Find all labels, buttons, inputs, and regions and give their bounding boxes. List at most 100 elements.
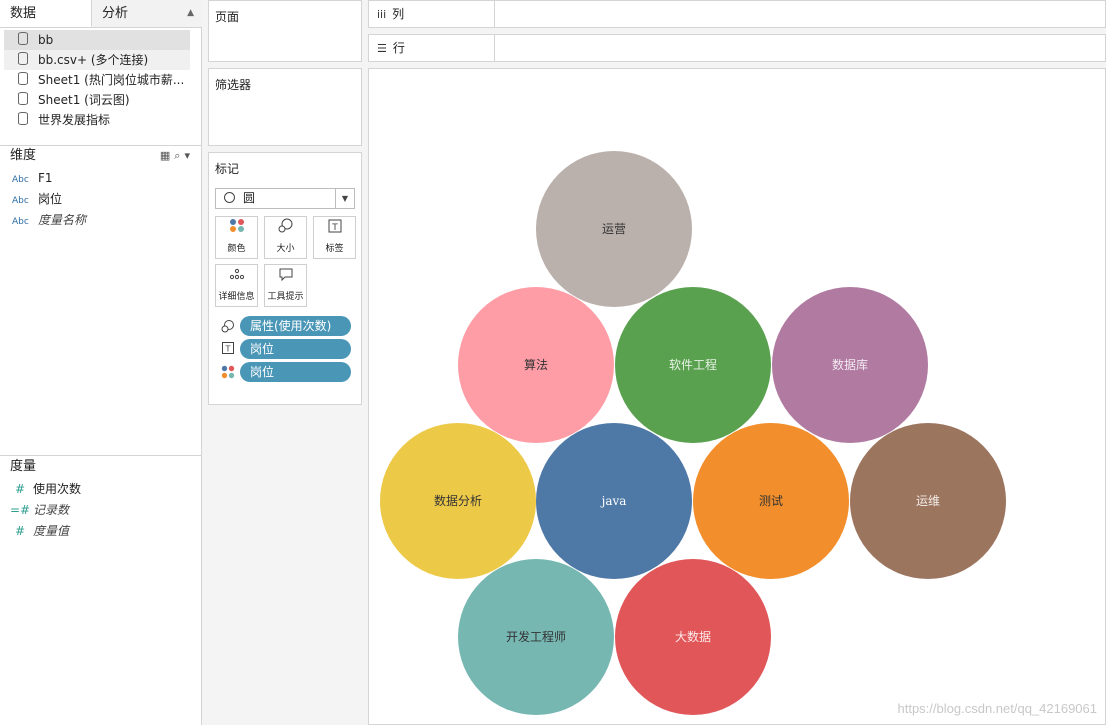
measure-field[interactable]: # 度量值 xyxy=(0,521,202,542)
datasource-item[interactable]: Sheet1 (词云图) xyxy=(4,90,190,110)
datasource-label: bb xyxy=(38,33,54,47)
rows-shelf[interactable]: ☰ 行 xyxy=(368,34,1106,62)
tooltip-icon xyxy=(265,265,306,289)
dimensions-list: Abc F1 Abc 岗位 Abc 度量名称 xyxy=(0,168,202,231)
pane-tabs: 数据 分析 ▲ xyxy=(0,0,202,28)
field-label: F1 xyxy=(38,171,53,185)
string-type-icon: Abc xyxy=(12,196,29,206)
chevron-down-icon[interactable]: ▾ xyxy=(184,149,194,162)
tab-analysis-label: 分析 xyxy=(102,6,129,21)
detail-icon xyxy=(216,265,257,289)
columns-shelf[interactable]: iii 列 xyxy=(368,0,1106,28)
bubble-mark[interactable]: java xyxy=(536,423,692,579)
datasource-item[interactable]: 世界发展指标 xyxy=(4,110,190,130)
mark-type-label: 圆 xyxy=(243,191,256,205)
marks-title: 标记 xyxy=(215,162,240,176)
sort-icon[interactable]: ▲ xyxy=(187,0,194,27)
label-label: 标签 xyxy=(325,244,344,254)
number-type-icon: # xyxy=(14,524,26,538)
datasource-item[interactable]: bb.csv+ (多个连接) xyxy=(4,50,190,70)
bubble-mark[interactable]: 开发工程师 xyxy=(458,559,614,715)
datasource-item[interactable]: bb xyxy=(4,30,190,50)
field-label: 岗位 xyxy=(38,192,63,206)
field-label: 度量值 xyxy=(33,524,70,538)
size-icon xyxy=(221,319,235,333)
datasource-label: 世界发展指标 xyxy=(38,113,111,127)
marks-card: 标记 圆 ▼ 颜色 大小 T 标签 详细信息 工具提示 属性(使用次数) T 岗… xyxy=(208,152,362,405)
size-label: 大小 xyxy=(276,244,295,254)
tab-data[interactable]: 数据 xyxy=(0,0,92,27)
string-type-icon: Abc xyxy=(12,217,29,227)
measures-header: 度量 xyxy=(0,455,202,477)
size-pill[interactable]: 属性(使用次数) xyxy=(240,316,351,336)
datasource-label: Sheet1 (词云图) xyxy=(38,93,130,107)
database-icon xyxy=(18,72,28,85)
string-type-icon: Abc xyxy=(12,175,29,185)
bubble-mark[interactable]: 测试 xyxy=(693,423,849,579)
color-icon xyxy=(216,217,257,241)
data-pane: 数据 分析 ▲ bb bb.csv+ (多个连接) Sheet1 (热门岗位城市… xyxy=(0,0,202,725)
field-label: 度量名称 xyxy=(38,213,87,227)
dimension-field[interactable]: Abc 度量名称 xyxy=(0,210,202,231)
measure-field[interactable]: # 使用次数 xyxy=(0,479,202,500)
columns-title: 列 xyxy=(392,7,405,21)
label-pill[interactable]: 岗位 xyxy=(240,339,351,359)
tooltip-button[interactable]: 工具提示 xyxy=(264,264,307,307)
dimensions-tools: ▦⌕▾ xyxy=(160,146,194,166)
circle-icon xyxy=(224,192,235,203)
calculated-number-icon: =# xyxy=(9,503,31,517)
pages-shelf[interactable]: 页面 xyxy=(208,0,362,62)
datasource-list: bb bb.csv+ (多个连接) Sheet1 (热门岗位城市薪... She… xyxy=(0,30,202,130)
columns-shelf-label: iii 列 xyxy=(369,1,495,27)
datasource-label: Sheet1 (热门岗位城市薪... xyxy=(38,73,185,87)
rows-icon: ☰ xyxy=(377,42,387,55)
measures-list: # 使用次数 =# 记录数 # 度量值 xyxy=(0,479,202,542)
bubble-mark[interactable]: 数据库 xyxy=(772,287,928,443)
measure-field[interactable]: =# 记录数 xyxy=(0,500,202,521)
size-button[interactable]: 大小 xyxy=(264,216,307,259)
color-button[interactable]: 颜色 xyxy=(215,216,258,259)
datasource-item[interactable]: Sheet1 (热门岗位城市薪... xyxy=(4,70,190,90)
filters-shelf[interactable]: 筛选器 xyxy=(208,68,362,146)
pages-title: 页面 xyxy=(215,10,240,24)
field-label: 记录数 xyxy=(33,503,70,517)
bubble-mark[interactable]: 算法 xyxy=(458,287,614,443)
watermark: https://blog.csdn.net/qq_42169061 xyxy=(897,701,1098,716)
database-icon xyxy=(18,32,28,45)
svg-text:T: T xyxy=(225,345,231,354)
dimension-field[interactable]: Abc F1 xyxy=(0,168,202,189)
bubble-mark[interactable]: 大数据 xyxy=(615,559,771,715)
datasource-label: bb.csv+ (多个连接) xyxy=(38,53,149,67)
mark-type-dropdown[interactable]: 圆 ▼ xyxy=(215,188,355,209)
label-icon: T xyxy=(221,342,235,356)
tab-analysis[interactable]: 分析 ▲ xyxy=(92,0,202,27)
rows-title: 行 xyxy=(392,41,405,55)
color-label: 颜色 xyxy=(227,244,246,254)
detail-button[interactable]: 详细信息 xyxy=(215,264,258,307)
size-icon xyxy=(265,217,306,241)
bubble-mark[interactable]: 软件工程 xyxy=(615,287,771,443)
color-pill[interactable]: 岗位 xyxy=(240,362,351,382)
bubble-mark[interactable]: 运维 xyxy=(850,423,1006,579)
dimensions-header: 维度 ▦⌕▾ xyxy=(0,145,202,165)
measures-title: 度量 xyxy=(10,459,37,474)
chevron-down-icon[interactable]: ▼ xyxy=(335,189,354,208)
search-icon[interactable]: ⌕ xyxy=(174,149,184,162)
label-button[interactable]: T 标签 xyxy=(313,216,356,259)
columns-icon: iii xyxy=(377,8,387,21)
bubble-mark[interactable]: 数据分析 xyxy=(380,423,536,579)
dimension-field[interactable]: Abc 岗位 xyxy=(0,189,202,210)
dimensions-title: 维度 xyxy=(10,148,37,163)
database-icon xyxy=(18,112,28,125)
bubble-mark[interactable]: 运营 xyxy=(536,151,692,307)
tooltip-label: 工具提示 xyxy=(267,292,304,302)
color-icon xyxy=(221,365,235,379)
field-label: 使用次数 xyxy=(33,482,82,496)
filters-title: 筛选器 xyxy=(215,78,252,92)
rows-shelf-label: ☰ 行 xyxy=(369,35,495,61)
number-type-icon: # xyxy=(14,482,26,496)
visualization-view[interactable]: 运营 算法 软件工程 数据库 数据分析 java 测试 运维 开发工程师 大数据… xyxy=(368,68,1106,725)
list-view-icon[interactable]: ▦ xyxy=(160,149,174,162)
label-icon: T xyxy=(314,217,355,241)
detail-label: 详细信息 xyxy=(218,292,255,302)
